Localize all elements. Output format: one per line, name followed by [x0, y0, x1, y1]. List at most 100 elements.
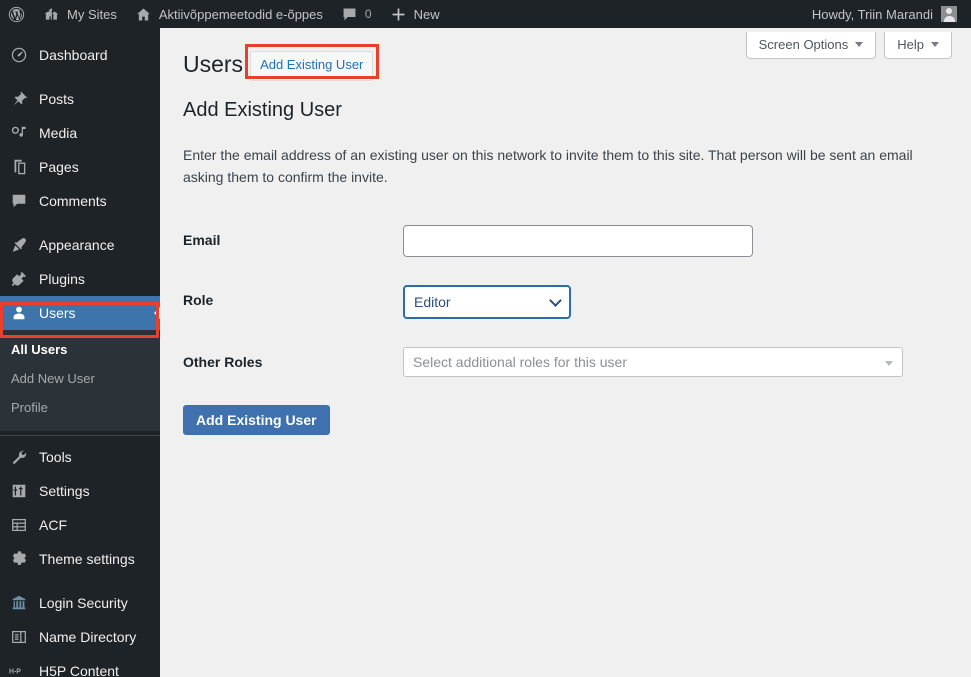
sliders-icon	[9, 481, 29, 501]
sidebar-submenu-users: All Users Add New User Profile	[0, 330, 160, 431]
adminbar-site-name[interactable]: Aktiivõppemeetodid e-õppes	[126, 0, 332, 28]
sidebar-item-users[interactable]: Users	[0, 296, 160, 330]
gear-icon	[9, 549, 29, 569]
wrench-icon	[9, 447, 29, 467]
submenu-item-all-users[interactable]: All Users	[0, 336, 160, 365]
sidebar-item-theme-settings[interactable]: Theme settings	[0, 542, 160, 576]
role-select[interactable]: Editor	[403, 285, 571, 320]
sidebar-item-h5p-content[interactable]: H-P H5P Content	[0, 654, 160, 677]
shield-building-icon	[9, 593, 29, 613]
sidebar-item-comments[interactable]: Comments	[0, 184, 160, 218]
sidebar-item-acf[interactable]: ACF	[0, 508, 160, 542]
adminbar-wordpress-logo[interactable]	[0, 0, 34, 28]
svg-text:H-P: H-P	[9, 668, 21, 675]
adminbar-my-sites-label: My Sites	[67, 6, 117, 22]
add-existing-user-form: Email Role Editor Other Roles Select add…	[183, 211, 943, 391]
dashboard-gauge-icon	[9, 45, 29, 65]
sidebar-separator-3	[0, 576, 160, 586]
sidebar-item-users-label: Users	[39, 305, 76, 321]
adminbar-new-label: New	[413, 6, 440, 22]
caret-down-icon	[885, 361, 893, 367]
role-field-cell: Editor	[403, 271, 943, 333]
email-field[interactable]	[403, 225, 753, 258]
chevron-down-icon	[855, 42, 864, 47]
sidebar-item-settings-label: Settings	[39, 482, 90, 499]
sidebar-item-posts[interactable]: Posts	[0, 82, 160, 116]
sidebar-item-theme-settings-label: Theme settings	[39, 550, 135, 567]
adminbar-my-account[interactable]: Howdy, Triin Marandi	[802, 0, 965, 28]
sidebar-item-login-security[interactable]: Login Security	[0, 586, 160, 620]
role-select-wrapper: Editor	[403, 285, 571, 320]
page-title: Users	[183, 51, 244, 77]
adminbar-comments-count: 0	[364, 7, 372, 21]
sidebar-item-posts-label: Posts	[39, 91, 75, 107]
adminbar-site-name-label: Aktiivõppemeetodid e-õppes	[158, 6, 323, 22]
sidebar-item-acf-label: ACF	[39, 516, 67, 533]
sidebar-item-dashboard[interactable]: Dashboard	[0, 38, 160, 72]
h5p-icon: H-P	[9, 661, 29, 677]
sidebar-separator-1	[0, 72, 160, 82]
sidebar-item-media[interactable]: Media	[0, 116, 160, 150]
add-existing-user-link[interactable]: Add Existing User	[250, 51, 374, 81]
submenu-item-add-new-user[interactable]: Add New User	[0, 365, 160, 394]
sidebar-item-plugins[interactable]: Plugins	[0, 262, 160, 296]
comment-bubble-icon	[9, 191, 29, 211]
submenu-item-all-users-label: All Users	[11, 342, 68, 357]
other-roles-placeholder: Select additional roles for this user	[413, 354, 627, 371]
role-label: Role	[183, 292, 214, 309]
user-avatar-icon	[941, 6, 957, 22]
title-row: Users Add Existing User	[183, 44, 948, 81]
email-field-cell	[403, 211, 943, 271]
page-wrap: Users Add Existing User Add Existing Use…	[160, 28, 971, 436]
sidebar-item-dashboard-label: Dashboard	[39, 47, 108, 63]
chevron-down-icon	[931, 42, 939, 47]
other-roles-select[interactable]: Select additional roles for this user	[403, 347, 903, 378]
user-icon	[9, 303, 29, 323]
paintbrush-icon	[9, 235, 29, 255]
pin-icon	[9, 89, 29, 109]
form-row-other-roles: Other Roles Select additional roles for …	[183, 333, 943, 391]
sidebar-item-name-directory[interactable]: Name Directory	[0, 620, 160, 654]
sidebar-item-media-label: Media	[39, 125, 78, 141]
plus-icon	[390, 6, 407, 23]
sidebar-separator-2	[0, 218, 160, 228]
sidebar-item-comments-label: Comments	[39, 193, 107, 209]
table-grid-icon	[9, 515, 29, 535]
adminbar-right: Howdy, Triin Marandi	[802, 0, 971, 28]
adminbar-my-sites[interactable]: My Sites	[34, 0, 126, 28]
sidebar-item-settings[interactable]: Settings	[0, 474, 160, 508]
sidebar-item-pages-label: Pages	[39, 159, 79, 175]
sidebar-item-appearance-label: Appearance	[39, 237, 115, 253]
form-row-role: Role Editor	[183, 271, 943, 333]
sidebar-item-h5p-content-label: H5P Content	[39, 662, 119, 677]
submenu-item-profile-label: Profile	[11, 399, 48, 415]
pages-icon	[9, 157, 29, 177]
sidebar-item-login-security-label: Login Security	[39, 594, 128, 611]
page-description: Enter the email address of an existing u…	[183, 146, 913, 185]
sidebar-item-appearance[interactable]: Appearance	[0, 228, 160, 262]
main-content: Screen Options Help Users Add Existing U…	[160, 28, 971, 677]
other-roles-label: Other Roles	[183, 354, 263, 371]
plugin-plug-icon	[9, 269, 29, 289]
form-row-email: Email	[183, 211, 943, 271]
section-heading: Add Existing User	[183, 98, 342, 121]
sidebar-item-plugins-label: Plugins	[39, 271, 85, 287]
admin-sidebar-menu: Dashboard Posts Media Pages Comments App…	[0, 28, 160, 677]
add-existing-user-submit-button[interactable]: Add Existing User	[183, 405, 330, 436]
media-icon	[9, 123, 29, 143]
home-icon	[135, 6, 152, 23]
adminbar-spacer	[449, 0, 802, 28]
sidebar-item-pages[interactable]: Pages	[0, 150, 160, 184]
submenu-item-add-new-user-label: Add New User	[11, 370, 95, 386]
submenu-item-profile[interactable]: Profile	[0, 394, 160, 423]
sidebar-item-name-directory-label: Name Directory	[39, 628, 137, 645]
other-roles-field-cell: Select additional roles for this user	[403, 333, 943, 391]
sidebar-divider-1	[0, 434, 160, 436]
adminbar-comments[interactable]: 0	[332, 0, 381, 28]
wordpress-logo-icon	[8, 6, 25, 23]
sidebar-item-tools[interactable]: Tools	[0, 440, 160, 474]
adminbar-howdy-label: Howdy, Triin Marandi	[811, 6, 933, 22]
email-label: Email	[183, 232, 221, 249]
comment-bubble-icon	[341, 6, 358, 23]
adminbar-new[interactable]: New	[381, 0, 449, 28]
